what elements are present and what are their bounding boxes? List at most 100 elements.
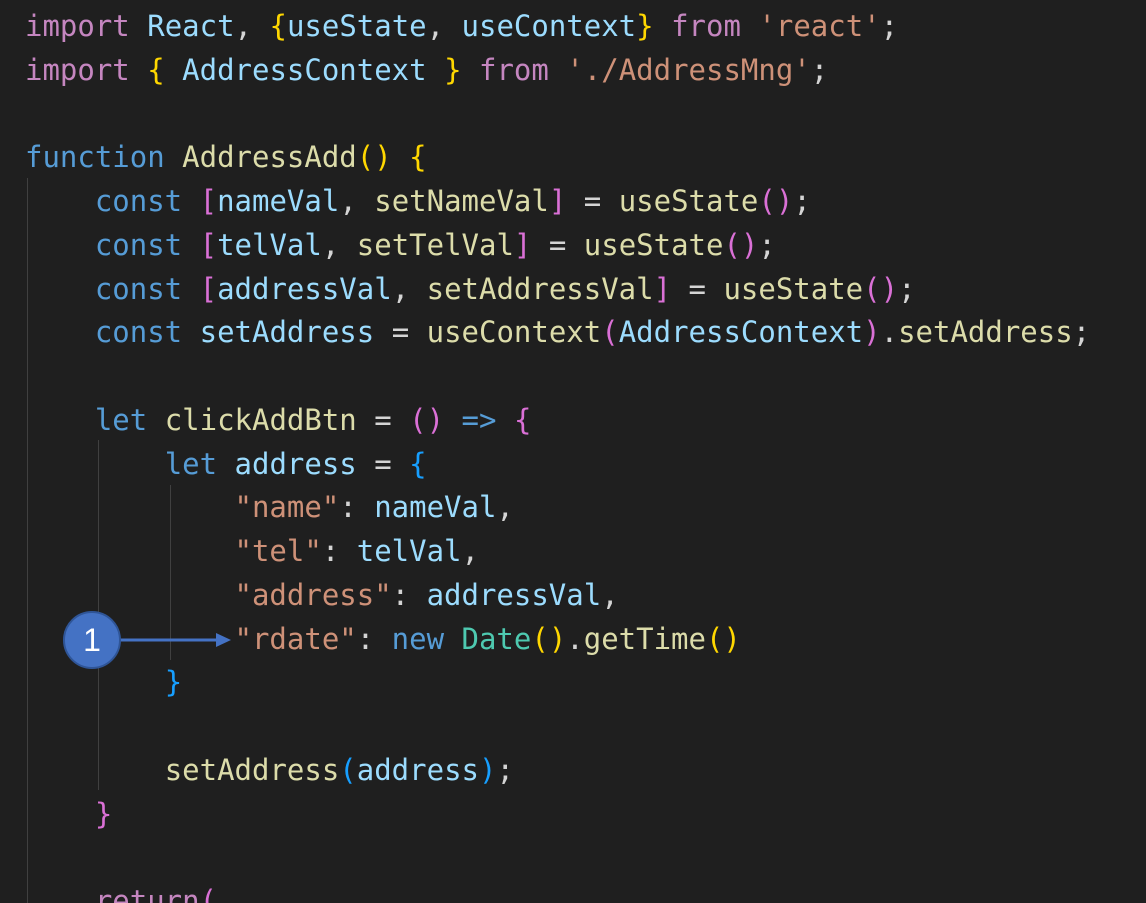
code-line: "tel": telVal, <box>25 529 479 573</box>
code-token: telVal <box>217 227 322 262</box>
code-token: useState <box>583 227 724 262</box>
code-token: [ <box>199 271 218 306</box>
code-token: ; <box>898 271 916 306</box>
code-token: ( <box>339 752 357 787</box>
code-token: } <box>94 796 113 831</box>
code-token: , <box>234 9 270 43</box>
code-token: = <box>566 184 619 218</box>
code-line: function AddressAdd() { <box>25 135 427 179</box>
code-token: setTelVal <box>356 227 514 262</box>
code-token: = <box>356 446 410 481</box>
code-token: let <box>94 402 148 437</box>
code-token: ; <box>1072 315 1091 350</box>
code-token: useContext <box>461 9 637 43</box>
code-line: "address": addressVal, <box>25 573 619 617</box>
code-token: { <box>269 9 287 43</box>
code-line: const [addressVal, setAddressVal] = useS… <box>25 267 916 311</box>
code-token: clickAddBtn <box>164 402 357 437</box>
code-token: . <box>880 315 899 350</box>
code-token: const <box>94 227 183 262</box>
code-token: ] <box>548 184 567 218</box>
code-token: 'react' <box>758 9 881 43</box>
code-token: ; <box>496 752 514 787</box>
code-token: = <box>671 271 724 306</box>
code-token: from <box>671 9 741 43</box>
code-token: setAddress <box>199 315 375 350</box>
code-token: return <box>94 884 200 903</box>
code-line: import React, {useState, useContext} fro… <box>25 4 898 48</box>
code-token: "address" <box>234 577 392 612</box>
code-token: [ <box>199 184 218 218</box>
annotation-marker: 1 <box>63 611 121 669</box>
code-line: setAddress(address); <box>25 748 514 792</box>
code-token: () <box>863 271 899 306</box>
code-line: } <box>25 792 112 836</box>
code-token: , <box>426 9 462 43</box>
code-token: , <box>461 534 479 568</box>
code-token: AddressAdd <box>182 140 357 175</box>
code-token: () <box>705 621 741 656</box>
code-line: } <box>25 660 182 704</box>
code-token: setAddress <box>898 315 1073 350</box>
code-token: => <box>461 402 497 437</box>
code-token: , <box>321 227 357 262</box>
code-token: './AddressMng' <box>566 52 811 87</box>
code-token: : <box>356 621 392 656</box>
code-token: addressVal <box>426 577 602 612</box>
code-token: nameVal <box>374 490 497 525</box>
code-token: new <box>391 621 445 656</box>
code-token: ) <box>863 315 881 350</box>
code-token: ( <box>199 884 218 903</box>
code-token: setAddress <box>164 752 340 787</box>
code-token: setAddressVal <box>426 271 654 306</box>
code-editor[interactable]: import React, { useState, useContext} fro… <box>0 0 1146 903</box>
code-token: , <box>496 490 514 525</box>
code-token: "rdate" <box>234 621 357 656</box>
code-token: useContext <box>426 315 602 350</box>
code-line: "name": nameVal, <box>25 485 514 529</box>
code-token: { <box>409 446 427 481</box>
code-token: { <box>409 140 427 175</box>
code-line: const [nameVal, setNameVal] = useState()… <box>25 179 811 223</box>
code-token: let <box>164 446 218 481</box>
code-token: : <box>391 577 427 612</box>
code-token: telVal <box>356 534 462 568</box>
code-token: useState <box>618 184 759 218</box>
code-token: addressVal <box>217 271 392 306</box>
code-token: ; <box>810 52 829 87</box>
code-token: AddressContext <box>618 315 864 350</box>
code-token: getTime <box>583 621 706 656</box>
code-token: , <box>339 184 375 218</box>
code-token: import <box>25 9 130 43</box>
code-token: const <box>94 315 183 350</box>
code-line: import { AddressContext } from './Addres… <box>25 48 828 92</box>
annotation-arrow <box>120 633 231 647</box>
code-token: React <box>147 9 235 43</box>
code-token: const <box>94 184 183 218</box>
code-token: ] <box>513 227 532 262</box>
code-token: import <box>25 52 130 87</box>
